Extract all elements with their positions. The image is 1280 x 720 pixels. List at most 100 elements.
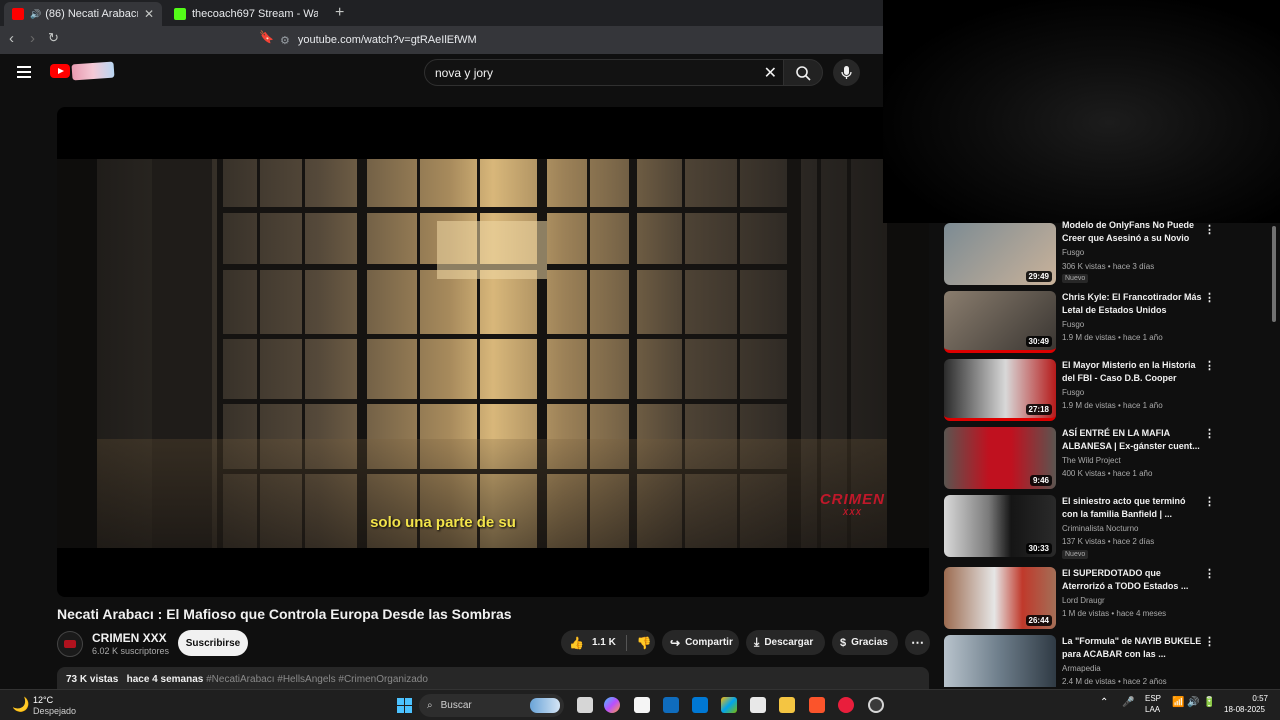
back-icon[interactable]: ‹: [9, 30, 14, 47]
menu-icon[interactable]: [17, 66, 31, 78]
store-icon[interactable]: [750, 697, 766, 713]
new-tab-icon[interactable]: +: [335, 4, 344, 22]
wifi-icon[interactable]: 📶: [1172, 697, 1184, 708]
more-options-icon[interactable]: ⋮: [1204, 635, 1215, 648]
recommendation-channel[interactable]: Fusgo: [1062, 248, 1084, 257]
doodle-logo[interactable]: [71, 61, 115, 81]
like-icon[interactable]: 👍: [569, 636, 584, 650]
tray-mic-icon[interactable]: 🎤: [1122, 697, 1134, 708]
youtube-logo[interactable]: [50, 64, 70, 78]
recommendation-item[interactable]: 27:18 El Mayor Misterio en la Historia de…: [944, 359, 1269, 423]
tab-kick[interactable]: thecoach697 Stream - Watch Live on: [166, 2, 326, 26]
recommendation-channel[interactable]: Criminalista Nocturno: [1062, 524, 1138, 533]
recommendation-title[interactable]: Modelo de OnlyFans No Puede Creer que Ase…: [1062, 219, 1202, 245]
recommendation-channel[interactable]: Fusgo: [1062, 388, 1084, 397]
search-button[interactable]: [783, 59, 823, 86]
watermark-text: CRIMEN: [819, 491, 885, 508]
like-count[interactable]: 1.1 K: [592, 637, 616, 648]
outlook-icon[interactable]: [692, 697, 708, 713]
recommendation-title[interactable]: La "Formula" de NAYIB BUKELE para ACABAR …: [1062, 635, 1202, 661]
search-query: nova y jory: [435, 65, 494, 80]
video-subtitle: solo una parte de su: [370, 514, 516, 531]
recommendation-item[interactable]: La "Formula" de NAYIB BUKELE para ACABAR …: [944, 635, 1269, 687]
duration-badge: 9:46: [1029, 475, 1052, 486]
notepad-icon[interactable]: [634, 697, 650, 713]
stream-overlay-window[interactable]: [883, 0, 1280, 223]
sidebar-scrollbar[interactable]: [1272, 226, 1276, 322]
more-options-icon[interactable]: ⋮: [1204, 495, 1215, 508]
media-player-icon[interactable]: [838, 697, 854, 713]
more-options-icon[interactable]: ⋮: [1204, 291, 1215, 304]
recommendation-item[interactable]: 30:33 El siniestro acto que terminó con l…: [944, 495, 1269, 559]
video-thumbnail[interactable]: 26:44: [944, 567, 1056, 629]
recommendation-title[interactable]: El siniestro acto que terminó con la fami…: [1062, 495, 1202, 521]
video-thumbnail[interactable]: [944, 635, 1056, 687]
download-button[interactable]: ⤓ Descargar: [746, 630, 825, 655]
clock-date[interactable]: 18-08-2025: [1224, 705, 1265, 714]
weather-temp[interactable]: 12°C: [33, 695, 53, 705]
tray-overflow-icon[interactable]: ⌃: [1100, 697, 1108, 708]
volume-icon[interactable]: 🔊: [1187, 697, 1199, 708]
recommendation-title[interactable]: ASÍ ENTRÉ EN LA MAFIA ALBANESA | Ex-gánst…: [1062, 427, 1202, 453]
input-layout[interactable]: LAA: [1145, 705, 1160, 714]
recommendation-channel[interactable]: The Wild Project: [1062, 456, 1121, 465]
video-thumbnail[interactable]: 30:49: [944, 291, 1056, 353]
dislike-icon[interactable]: 👎: [637, 636, 652, 650]
search-input[interactable]: nova y jory ✕: [424, 59, 788, 86]
recommendation-item[interactable]: 29:49 Modelo de OnlyFans No Puede Creer q…: [944, 220, 1269, 287]
input-language[interactable]: ESP: [1145, 694, 1161, 703]
photos-icon[interactable]: [721, 697, 737, 713]
channel-avatar[interactable]: [57, 631, 83, 657]
recommendation-title[interactable]: Chris Kyle: El Francotirador Más Letal de…: [1062, 291, 1202, 317]
close-tab-icon[interactable]: ✕: [144, 7, 154, 21]
video-thumbnail[interactable]: 27:18: [944, 359, 1056, 421]
recommendation-item[interactable]: 9:46 ASÍ ENTRÉ EN LA MAFIA ALBANESA | Ex-…: [944, 427, 1269, 491]
forward-icon[interactable]: ›: [30, 30, 35, 47]
weather-moon-icon[interactable]: 🌙: [12, 696, 29, 713]
voice-search-button[interactable]: [833, 59, 860, 86]
video-thumbnail[interactable]: 9:46: [944, 427, 1056, 489]
recommendation-title[interactable]: El SUPERDOTADO que Aterrorizó a TODO Esta…: [1062, 567, 1202, 593]
duration-badge: 27:18: [1025, 404, 1052, 415]
share-button[interactable]: ↪ Compartir: [662, 630, 739, 655]
recommendation-channel[interactable]: Armapedia: [1062, 664, 1101, 673]
taskbar-search[interactable]: ⌕ Buscar: [419, 694, 564, 717]
file-explorer-icon[interactable]: [779, 697, 795, 713]
hashtags[interactable]: #NecatiArabacı #HellsAngels #CrimenOrgan…: [206, 674, 428, 685]
taskbar-search-label: Buscar: [440, 700, 472, 711]
recommendation-title[interactable]: El Mayor Misterio en la Historia del FBI …: [1062, 359, 1202, 385]
clock-time[interactable]: 0:57: [1240, 694, 1268, 703]
duration-badge: 29:49: [1025, 271, 1052, 282]
channel-name[interactable]: CRIMEN XXX: [92, 631, 167, 645]
url-field[interactable]: ⚙ youtube.com/watch?v=gtRAeIlEfWM: [280, 29, 880, 51]
video-thumbnail[interactable]: 29:49: [944, 223, 1056, 285]
recommendation-channel[interactable]: Lord Draugr: [1062, 596, 1105, 605]
reload-icon[interactable]: ↻: [48, 30, 59, 46]
more-options-icon[interactable]: ⋮: [1204, 223, 1215, 236]
video-player[interactable]: solo una parte de su CRIMEN XXX: [57, 107, 929, 597]
clear-search-icon[interactable]: ✕: [764, 63, 777, 83]
start-icon[interactable]: [397, 698, 412, 713]
weather-condition[interactable]: Despejado: [33, 706, 76, 716]
app-icon[interactable]: [868, 697, 884, 713]
brave-browser-icon[interactable]: [809, 697, 825, 713]
subscribe-button[interactable]: Suscribirse: [178, 630, 248, 656]
video-thumbnail[interactable]: 30:33: [944, 495, 1056, 557]
battery-icon[interactable]: 🔋: [1203, 697, 1215, 708]
thanks-button[interactable]: $ Gracias: [832, 630, 898, 655]
more-options-icon[interactable]: ⋮: [1204, 359, 1215, 372]
copilot-icon[interactable]: [604, 697, 620, 713]
recommendation-item[interactable]: 30:49 Chris Kyle: El Francotirador Más Le…: [944, 291, 1269, 355]
bookmark-icon[interactable]: 🔖: [259, 30, 274, 44]
more-options-icon[interactable]: ⋮: [1204, 427, 1215, 440]
site-info-icon[interactable]: ⚙: [280, 34, 290, 47]
dropbox-icon[interactable]: [663, 697, 679, 713]
recommendation-channel[interactable]: Fusgo: [1062, 320, 1084, 329]
recommendation-item[interactable]: 26:44 El SUPERDOTADO que Aterrorizó a TOD…: [944, 567, 1269, 631]
more-actions-icon[interactable]: ⋯: [905, 630, 930, 655]
task-view-icon[interactable]: [577, 697, 593, 713]
url-text: youtube.com/watch?v=gtRAeIlEfWM: [297, 34, 477, 46]
upload-age: hace 4 semanas: [126, 674, 204, 685]
more-options-icon[interactable]: ⋮: [1204, 567, 1215, 580]
tab-youtube[interactable]: 🔊 (86) Necati Arabacı : El Mafio ✕: [4, 2, 162, 26]
